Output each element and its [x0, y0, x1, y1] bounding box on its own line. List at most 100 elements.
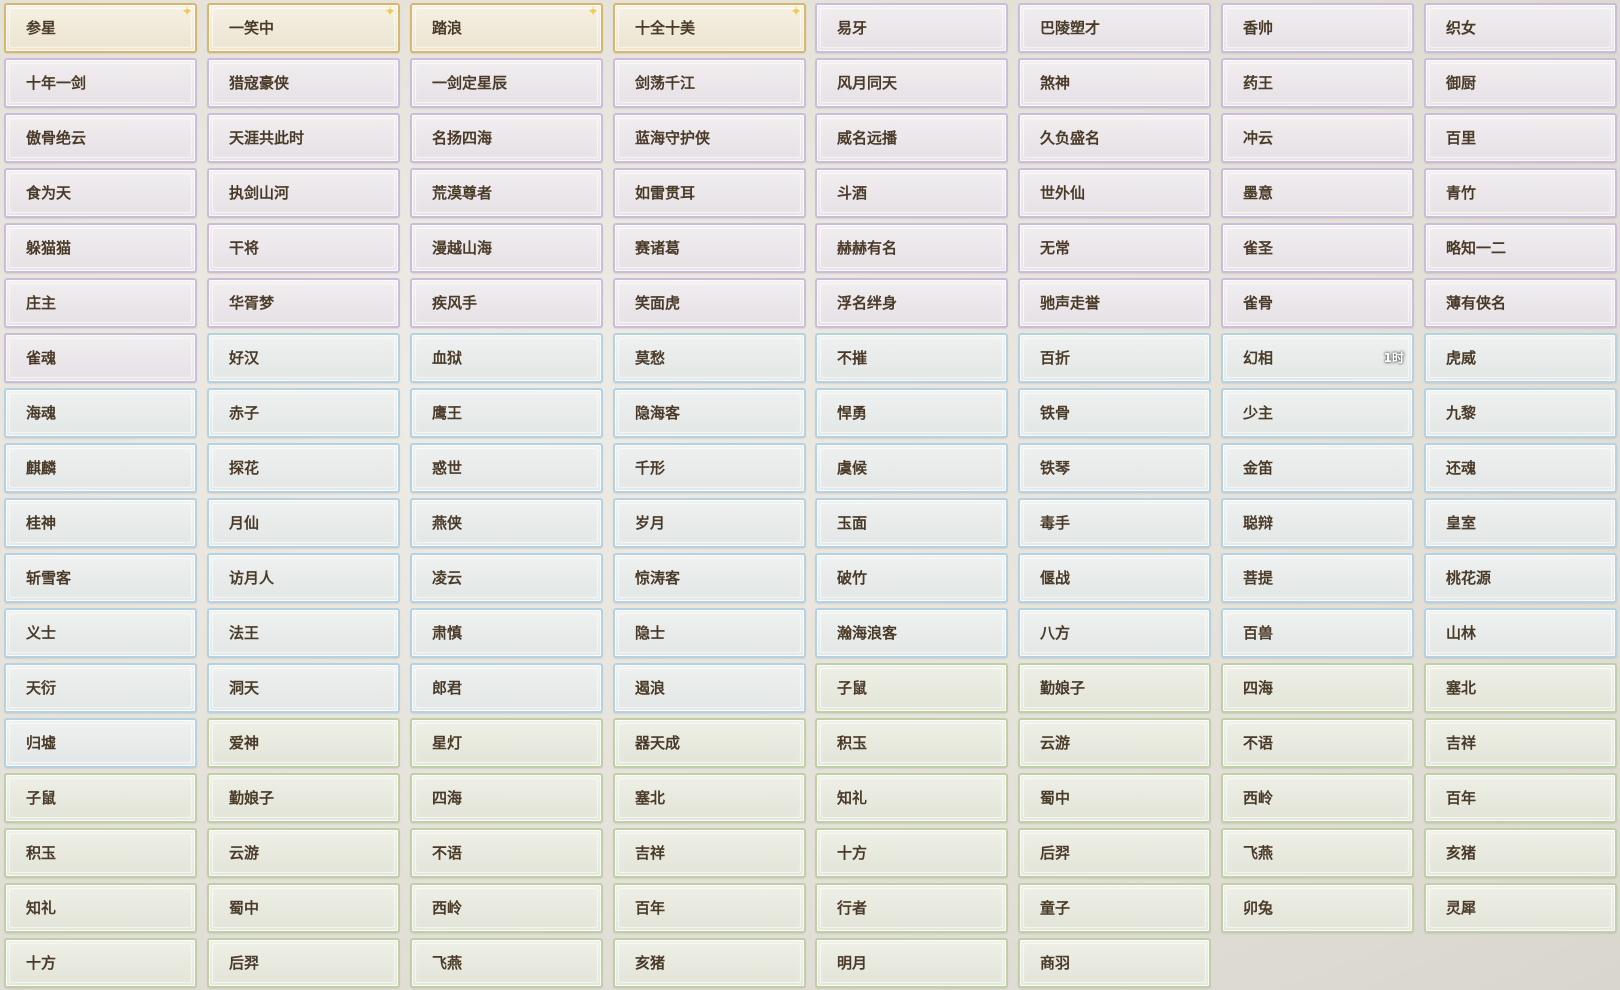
title-item[interactable]: 法王: [207, 608, 400, 658]
title-item[interactable]: 巴陵塑才: [1018, 3, 1211, 53]
title-item[interactable]: 勤娘子: [207, 773, 400, 823]
title-item[interactable]: 明月: [815, 938, 1008, 988]
title-item[interactable]: 爱神: [207, 718, 400, 768]
title-item[interactable]: 海魂: [4, 388, 197, 438]
title-item[interactable]: 久负盛名: [1018, 113, 1211, 163]
title-item[interactable]: 归墟: [4, 718, 197, 768]
title-item[interactable]: 雀骨: [1221, 278, 1414, 328]
title-item[interactable]: 参星 ✦: [4, 3, 197, 53]
title-item[interactable]: 九黎: [1424, 388, 1617, 438]
title-item[interactable]: 风月同天: [815, 58, 1008, 108]
title-item[interactable]: 遏浪: [613, 663, 806, 713]
title-item[interactable]: 雀圣: [1221, 223, 1414, 273]
title-item[interactable]: 如雷贯耳: [613, 168, 806, 218]
title-item[interactable]: 凌云: [410, 553, 603, 603]
title-item[interactable]: 傲骨绝云: [4, 113, 197, 163]
title-item[interactable]: 后羿: [207, 938, 400, 988]
title-item[interactable]: 云游: [207, 828, 400, 878]
title-item[interactable]: 铁骨: [1018, 388, 1211, 438]
title-item[interactable]: 踏浪 ✦: [410, 3, 603, 53]
title-item[interactable]: 亥猪: [1424, 828, 1617, 878]
title-item[interactable]: 菩提: [1221, 553, 1414, 603]
title-item[interactable]: 天衍: [4, 663, 197, 713]
title-item[interactable]: 肃慎: [410, 608, 603, 658]
title-item[interactable]: 行者: [815, 883, 1008, 933]
title-item[interactable]: 不语: [1221, 718, 1414, 768]
title-item[interactable]: 星灯: [410, 718, 603, 768]
title-item[interactable]: 吉祥: [1424, 718, 1617, 768]
title-item[interactable]: 聪辩: [1221, 498, 1414, 548]
title-item[interactable]: 鹰王: [410, 388, 603, 438]
title-item[interactable]: 药王: [1221, 58, 1414, 108]
title-item[interactable]: 执剑山河: [207, 168, 400, 218]
title-item[interactable]: 岁月: [613, 498, 806, 548]
title-item[interactable]: 蓝海守护侠: [613, 113, 806, 163]
title-item[interactable]: 亥猪: [613, 938, 806, 988]
title-item[interactable]: 血狱: [410, 333, 603, 383]
title-item[interactable]: 御厨: [1424, 58, 1617, 108]
title-item[interactable]: 塞北: [1424, 663, 1617, 713]
title-item[interactable]: 世外仙: [1018, 168, 1211, 218]
title-item[interactable]: 无常: [1018, 223, 1211, 273]
title-item[interactable]: 惊涛客: [613, 553, 806, 603]
title-item[interactable]: 西岭: [1221, 773, 1414, 823]
title-item[interactable]: 百兽: [1221, 608, 1414, 658]
title-item[interactable]: 煞神: [1018, 58, 1211, 108]
title-item[interactable]: 幻相 1时: [1221, 333, 1414, 383]
title-item[interactable]: 知礼: [815, 773, 1008, 823]
title-item[interactable]: 剑荡千江: [613, 58, 806, 108]
title-item[interactable]: 蜀中: [1018, 773, 1211, 823]
title-item[interactable]: 好汉: [207, 333, 400, 383]
title-item[interactable]: 驰声走誉: [1018, 278, 1211, 328]
title-item[interactable]: 一笑中 ✦: [207, 3, 400, 53]
title-item[interactable]: 青竹: [1424, 168, 1617, 218]
title-item[interactable]: 破竹: [815, 553, 1008, 603]
title-item[interactable]: 惑世: [410, 443, 603, 493]
title-item[interactable]: 疾风手: [410, 278, 603, 328]
title-item[interactable]: 还魂: [1424, 443, 1617, 493]
title-item[interactable]: 西岭: [410, 883, 603, 933]
title-item[interactable]: 访月人: [207, 553, 400, 603]
title-item[interactable]: 百年: [613, 883, 806, 933]
title-item[interactable]: 飞燕: [1221, 828, 1414, 878]
title-item[interactable]: 十方: [815, 828, 1008, 878]
title-item[interactable]: 雀魂: [4, 333, 197, 383]
title-item[interactable]: 玉面: [815, 498, 1008, 548]
title-item[interactable]: 器天成: [613, 718, 806, 768]
title-item[interactable]: 干将: [207, 223, 400, 273]
title-item[interactable]: 易牙: [815, 3, 1008, 53]
title-item[interactable]: 积玉: [4, 828, 197, 878]
title-item[interactable]: 虎威: [1424, 333, 1617, 383]
title-item[interactable]: 莫愁: [613, 333, 806, 383]
title-item[interactable]: 郎君: [410, 663, 603, 713]
title-item[interactable]: 一剑定星辰: [410, 58, 603, 108]
title-item[interactable]: 金笛: [1221, 443, 1414, 493]
title-item[interactable]: 偃战: [1018, 553, 1211, 603]
title-item[interactable]: 灵犀: [1424, 883, 1617, 933]
title-item[interactable]: 不摧: [815, 333, 1008, 383]
title-item[interactable]: 十年一剑: [4, 58, 197, 108]
title-item[interactable]: 悍勇: [815, 388, 1008, 438]
title-item[interactable]: 子鼠: [815, 663, 1008, 713]
title-item[interactable]: 躲猫猫: [4, 223, 197, 273]
title-item[interactable]: 塞北: [613, 773, 806, 823]
title-item[interactable]: 食为天: [4, 168, 197, 218]
title-item[interactable]: 十方: [4, 938, 197, 988]
title-item[interactable]: 铁琴: [1018, 443, 1211, 493]
title-item[interactable]: 香帅: [1221, 3, 1414, 53]
title-item[interactable]: 浮名绊身: [815, 278, 1008, 328]
title-item[interactable]: 斩雪客: [4, 553, 197, 603]
title-item[interactable]: 桃花源: [1424, 553, 1617, 603]
title-item[interactable]: 瀚海浪客: [815, 608, 1008, 658]
title-item[interactable]: 皇室: [1424, 498, 1617, 548]
title-item[interactable]: 飞燕: [410, 938, 603, 988]
title-item[interactable]: 庄主: [4, 278, 197, 328]
title-item[interactable]: 虞候: [815, 443, 1008, 493]
title-item[interactable]: 漫越山海: [410, 223, 603, 273]
title-item[interactable]: 吉祥: [613, 828, 806, 878]
title-item[interactable]: 桂神: [4, 498, 197, 548]
title-item[interactable]: 山林: [1424, 608, 1617, 658]
title-item[interactable]: 卯兔: [1221, 883, 1414, 933]
title-item[interactable]: 义士: [4, 608, 197, 658]
title-item[interactable]: 华胥梦: [207, 278, 400, 328]
